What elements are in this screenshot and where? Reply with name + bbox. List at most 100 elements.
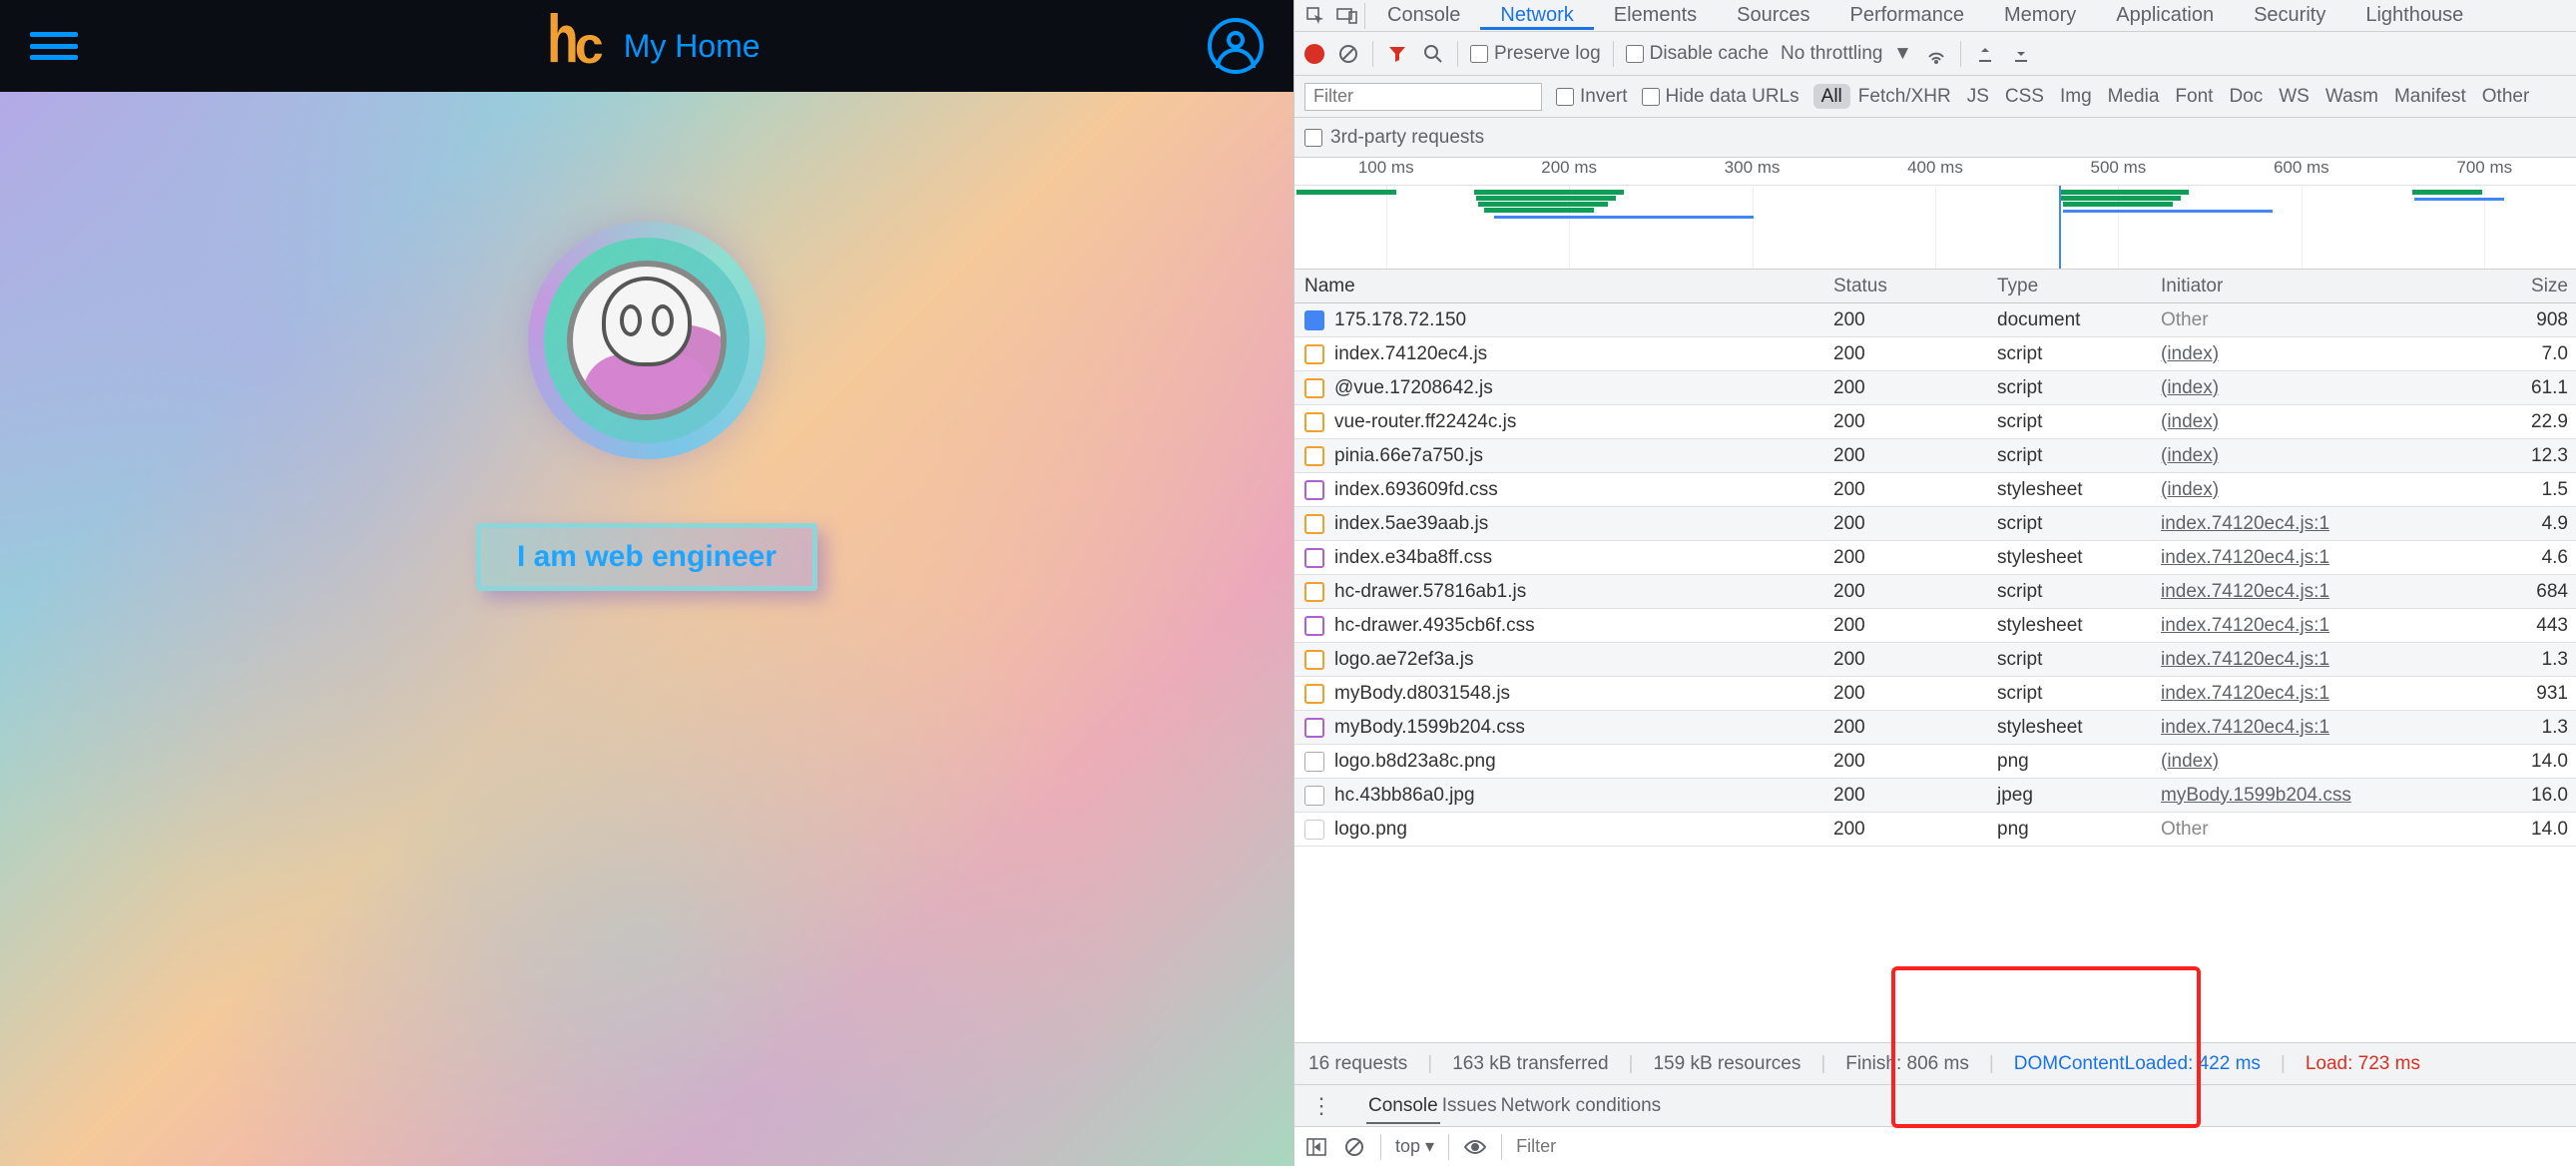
request-initiator[interactable]: index.74120ec4.js:1 <box>2161 717 2329 738</box>
console-clear-icon[interactable] <box>1342 1135 1366 1159</box>
table-row[interactable]: hc-drawer.57816ab1.js200scriptindex.7412… <box>1294 575 2576 609</box>
table-row[interactable]: logo.png200pngOther14.0 <box>1294 813 2576 847</box>
filter-type-media[interactable]: Media <box>2100 84 2168 109</box>
devtools-tab-sources[interactable]: Sources <box>1717 0 1829 30</box>
request-initiator[interactable]: myBody.1599b204.css <box>2161 785 2351 806</box>
record-button[interactable] <box>1304 44 1324 64</box>
device-toolbar-icon[interactable] <box>1332 1 1362 31</box>
table-row[interactable]: pinia.66e7a750.js200script(index)12.3 <box>1294 439 2576 473</box>
request-initiator[interactable]: index.74120ec4.js:1 <box>2161 547 2329 568</box>
filter-type-js[interactable]: JS <box>1959 84 1997 109</box>
drawer-menu-icon[interactable]: ⋮ <box>1304 1093 1338 1119</box>
devtools-tab-console[interactable]: Console <box>1367 0 1480 30</box>
search-icon[interactable] <box>1421 42 1445 66</box>
drawer-tab-console[interactable]: Console <box>1366 1089 1440 1124</box>
drawer-tab-issues[interactable]: Issues <box>1440 1089 1499 1122</box>
status-finish: Finish: 806 ms <box>1845 1053 1969 1075</box>
filter-type-manifest[interactable]: Manifest <box>2386 84 2474 109</box>
filter-type-doc[interactable]: Doc <box>2221 84 2271 109</box>
table-row[interactable]: index.e34ba8ff.css200stylesheetindex.741… <box>1294 541 2576 575</box>
filter-type-all[interactable]: All <box>1813 84 1850 109</box>
devtools-tab-performance[interactable]: Performance <box>1830 0 1985 30</box>
console-filter-input[interactable] <box>1516 1136 1748 1157</box>
request-initiator: Other <box>2161 819 2209 840</box>
table-row[interactable]: 175.178.72.150200documentOther908 <box>1294 303 2576 337</box>
console-live-expr-icon[interactable] <box>1463 1135 1487 1159</box>
user-avatar-icon[interactable] <box>1208 18 1264 74</box>
table-row[interactable]: index.5ae39aab.js200scriptindex.74120ec4… <box>1294 507 2576 541</box>
filter-type-fetchxhr[interactable]: Fetch/XHR <box>1850 84 1959 109</box>
network-timeline[interactable]: 100 ms200 ms300 ms400 ms500 ms600 ms700 … <box>1294 158 2576 270</box>
console-sidebar-icon[interactable] <box>1304 1135 1328 1159</box>
network-filter-row: Invert Hide data URLs AllFetch/XHRJSCSSI… <box>1294 76 2576 118</box>
import-har-icon[interactable] <box>1973 42 1997 66</box>
request-initiator[interactable]: (index) <box>2161 751 2219 772</box>
col-name[interactable]: Name <box>1294 276 1825 297</box>
third-party-label: 3rd-party requests <box>1330 127 1484 149</box>
table-row[interactable]: myBody.1599b204.css200stylesheetindex.74… <box>1294 711 2576 745</box>
request-initiator[interactable]: index.74120ec4.js:1 <box>2161 649 2329 670</box>
invert-checkbox[interactable]: Invert <box>1556 86 1628 108</box>
table-row[interactable]: myBody.d8031548.js200scriptindex.74120ec… <box>1294 677 2576 711</box>
table-row[interactable]: vue-router.ff22424c.js200script(index)22… <box>1294 405 2576 439</box>
request-initiator[interactable]: (index) <box>2161 445 2219 466</box>
col-type[interactable]: Type <box>1989 276 2153 297</box>
request-initiator[interactable]: (index) <box>2161 343 2219 364</box>
devtools-tab-lighthouse[interactable]: Lighthouse <box>2345 0 2483 30</box>
request-initiator[interactable]: (index) <box>2161 479 2219 500</box>
disable-cache-checkbox[interactable]: Disable cache <box>1626 43 1769 65</box>
filter-type-other[interactable]: Other <box>2474 84 2538 109</box>
throttling-select[interactable]: No throttling ▼ <box>1781 43 1912 65</box>
clear-icon[interactable] <box>1336 42 1360 66</box>
request-name: pinia.66e7a750.js <box>1334 445 1483 467</box>
filter-type-wasm[interactable]: Wasm <box>2318 84 2386 109</box>
col-status[interactable]: Status <box>1825 276 1989 297</box>
table-row[interactable]: index.693609fd.css200stylesheet(index)1.… <box>1294 473 2576 507</box>
table-row[interactable]: hc.43bb86a0.jpg200jpegmyBody.1599b204.cs… <box>1294 779 2576 813</box>
app-header: hc My Home <box>0 0 1293 92</box>
console-context-select[interactable]: top ▾ <box>1395 1136 1434 1157</box>
network-status-bar: 16 requests| 163 kB transferred| 159 kB … <box>1294 1042 2576 1084</box>
timeline-tick: 700 ms <box>2393 158 2576 185</box>
request-initiator[interactable]: (index) <box>2161 377 2219 398</box>
request-size: 14.0 <box>2410 819 2576 841</box>
devtools-tab-network[interactable]: Network <box>1480 0 1593 30</box>
table-row[interactable]: @vue.17208642.js200script(index)61.1 <box>1294 371 2576 405</box>
hide-data-urls-checkbox[interactable]: Hide data URLs <box>1642 86 1800 108</box>
col-size[interactable]: Size <box>2410 276 2576 297</box>
drawer-tab-network-conditions[interactable]: Network conditions <box>1499 1089 1664 1122</box>
filter-type-ws[interactable]: WS <box>2271 84 2318 109</box>
table-header-row[interactable]: Name Status Type Initiator Size <box>1294 270 2576 303</box>
request-initiator[interactable]: index.74120ec4.js:1 <box>2161 513 2329 534</box>
third-party-checkbox[interactable] <box>1304 129 1322 147</box>
filter-type-img[interactable]: Img <box>2052 84 2100 109</box>
request-size: 1.3 <box>2410 717 2576 739</box>
export-har-icon[interactable] <box>2009 42 2033 66</box>
devtools-tab-elements[interactable]: Elements <box>1594 0 1717 30</box>
network-filter-input[interactable] <box>1304 83 1542 111</box>
app-title[interactable]: My Home <box>624 28 761 65</box>
col-initiator[interactable]: Initiator <box>2153 276 2410 297</box>
devtools-tab-memory[interactable]: Memory <box>1984 0 2096 30</box>
devtools-tab-application[interactable]: Application <box>2096 0 2234 30</box>
table-row[interactable]: index.74120ec4.js200script(index)7.0 <box>1294 337 2576 371</box>
file-type-icon <box>1304 378 1324 398</box>
filter-type-font[interactable]: Font <box>2167 84 2221 109</box>
filter-type-css[interactable]: CSS <box>1997 84 2052 109</box>
request-initiator[interactable]: index.74120ec4.js:1 <box>2161 615 2329 636</box>
request-type: png <box>1989 751 2153 773</box>
devtools-tab-security[interactable]: Security <box>2234 0 2345 30</box>
request-initiator[interactable]: (index) <box>2161 411 2219 432</box>
request-initiator[interactable]: index.74120ec4.js:1 <box>2161 683 2329 704</box>
table-row[interactable]: hc-drawer.4935cb6f.css200stylesheetindex… <box>1294 609 2576 643</box>
table-row[interactable]: logo.ae72ef3a.js200scriptindex.74120ec4.… <box>1294 643 2576 677</box>
network-conditions-icon[interactable] <box>1924 42 1948 66</box>
preserve-log-checkbox[interactable]: Preserve log <box>1470 43 1601 65</box>
request-initiator[interactable]: index.74120ec4.js:1 <box>2161 581 2329 602</box>
hamburger-menu-icon[interactable] <box>30 26 78 66</box>
inspect-element-icon[interactable] <box>1300 1 1330 31</box>
request-initiator: Other <box>2161 309 2209 330</box>
table-row[interactable]: logo.b8d23a8c.png200png(index)14.0 <box>1294 745 2576 779</box>
filter-funnel-icon[interactable] <box>1385 42 1409 66</box>
request-status: 200 <box>1825 717 1989 739</box>
